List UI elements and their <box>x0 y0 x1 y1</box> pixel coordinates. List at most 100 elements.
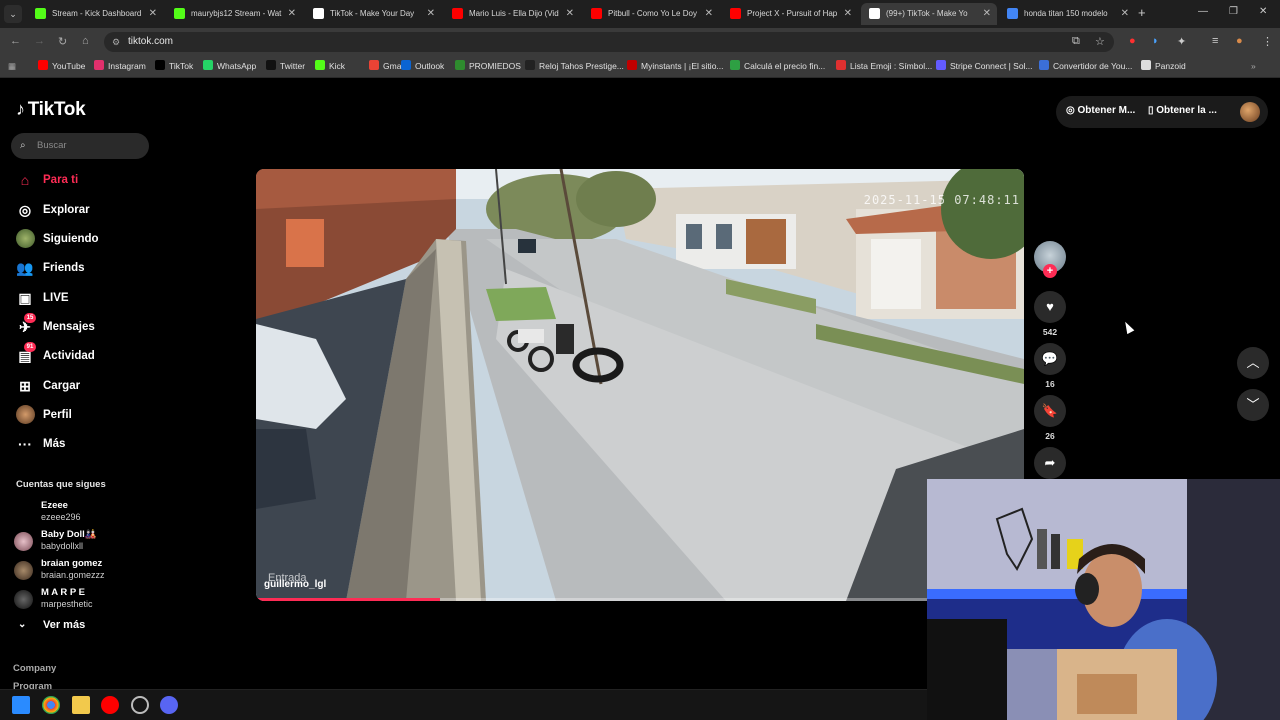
creator-avatar[interactable]: + <box>1034 241 1066 278</box>
home-icon[interactable]: ⌂ <box>82 35 89 47</box>
tiktok-logo[interactable]: ♪ TikTok <box>16 99 86 121</box>
nav-label: Para ti <box>43 174 79 186</box>
extension-record-icon[interactable]: ● <box>1129 35 1136 47</box>
footer-program-link[interactable]: Program <box>13 681 52 689</box>
nav-item-más[interactable]: ··· Más <box>16 434 156 454</box>
nav-item-actividad[interactable]: ▤ 91 Actividad <box>16 342 156 366</box>
extensions-icon[interactable]: ✦ <box>1177 35 1186 48</box>
next-video-button[interactable]: ﹀ <box>1237 389 1269 421</box>
restore-icon[interactable]: ❐ <box>1229 6 1238 17</box>
tab-close-icon[interactable]: ✕ <box>288 3 296 25</box>
nav-item-explorar[interactable]: ◎ Explorar <box>16 200 156 220</box>
video-player[interactable]: 2025-11-15 07:48:11 Entrada guillermo_lg… <box>256 169 1024 601</box>
browser-menu-icon[interactable]: ⋮ <box>1262 35 1273 48</box>
close-window-icon[interactable]: ✕ <box>1259 6 1267 17</box>
bookmark-item[interactable]: Stripe Connect | Sol... <box>936 60 1033 73</box>
nav-item-mensajes[interactable]: ✈ 15 Mensajes <box>16 313 156 337</box>
followed-account[interactable]: M A R P Emarpesthetic <box>14 587 154 613</box>
nav-item-cargar[interactable]: ⊞ Cargar <box>16 376 156 396</box>
nav-item-perfil[interactable]: Perfil <box>16 405 156 425</box>
bookmark-item[interactable]: Calculá el precio fin... <box>730 60 825 73</box>
comment-button[interactable]: 💬 <box>1034 343 1066 375</box>
discord-taskbar-icon[interactable] <box>160 696 178 714</box>
tab-close-icon[interactable]: ✕ <box>566 3 574 25</box>
followed-account[interactable]: braian gomez braian.gomezzz <box>14 558 154 584</box>
footer-company-link[interactable]: Company <box>13 663 56 674</box>
more-bookmarks-icon[interactable]: » <box>1251 60 1256 73</box>
windows-start-icon[interactable] <box>12 696 30 714</box>
minimize-icon[interactable]: — <box>1198 6 1208 17</box>
bookmark-star-icon[interactable]: ☆ <box>1095 35 1105 48</box>
reading-list-icon[interactable]: ≡ <box>1212 35 1218 47</box>
search-input[interactable]: ⌕ Buscar <box>11 133 149 159</box>
video-progress-bar[interactable] <box>256 598 1024 601</box>
tab-close-icon[interactable]: ✕ <box>705 3 713 25</box>
bookmark-item[interactable]: Kick <box>315 60 345 73</box>
bookmark-item[interactable]: Outlook <box>401 60 444 73</box>
bookmark-item[interactable]: WhatsApp <box>203 60 256 73</box>
bookmark-item[interactable]: PROMIEDOS <box>455 60 521 73</box>
get-app-button[interactable]: ▯ Obtener la ... <box>1148 105 1217 116</box>
see-more-button[interactable]: ⌄ Ver más <box>16 619 85 631</box>
video-author[interactable]: guillermo_lgl <box>264 579 326 590</box>
bookmark-item[interactable]: Panzoid <box>1141 60 1186 73</box>
obs-taskbar-icon[interactable] <box>131 696 149 714</box>
user-avatar[interactable] <box>1240 102 1260 122</box>
bookmark-item[interactable]: Lista Emoji : Símbol... <box>836 60 932 73</box>
bookmark-item[interactable]: Gmail <box>369 60 405 73</box>
bookmark-item[interactable]: TikTok <box>155 60 193 73</box>
previous-video-button[interactable]: ︿ <box>1237 347 1269 379</box>
save-button[interactable]: 🔖 <box>1034 395 1066 427</box>
bookmark-item[interactable]: Instagram <box>94 60 146 73</box>
store-icon <box>525 60 535 70</box>
browser-tab[interactable]: (99+) TikTok - Make Yo ✕ <box>861 3 997 25</box>
browser-tab[interactable]: honda titan 150 modelo ✕ <box>999 3 1135 25</box>
reload-icon[interactable]: ↻ <box>58 35 67 48</box>
more-icon: ··· <box>18 436 32 452</box>
nav-item-siguiendo[interactable]: Siguiendo <box>16 229 156 249</box>
tab-search-chevron-icon[interactable]: ⌄ <box>4 5 22 23</box>
file-explorer-icon[interactable] <box>72 696 90 714</box>
tab-close-icon[interactable]: ✕ <box>1121 3 1129 25</box>
new-tab-button[interactable]: + <box>1138 5 1146 20</box>
apps-grid-icon[interactable]: ▦ <box>8 60 16 73</box>
see-more-label: Ver más <box>43 619 86 631</box>
profile-icon[interactable]: ● <box>1236 35 1243 47</box>
like-button[interactable]: ♥ <box>1034 291 1066 323</box>
bookmark-item[interactable]: YouTube <box>38 60 85 73</box>
install-app-icon[interactable]: ⧉ <box>1072 35 1080 48</box>
nav-item-para-ti[interactable]: ⌂ Para ti <box>16 170 156 190</box>
followed-account[interactable]: Ezeee ezeee296 <box>14 500 154 526</box>
site-info-icon[interactable]: ⚙ <box>112 32 120 52</box>
back-icon[interactable]: ← <box>10 35 21 47</box>
browser-tab[interactable]: maurybjs12 Stream - Wat ✕ <box>166 3 302 25</box>
bookmark-item[interactable]: Convertidor de You... <box>1039 60 1132 73</box>
tab-close-icon[interactable]: ✕ <box>983 3 991 25</box>
follow-plus-icon[interactable]: + <box>1043 264 1057 278</box>
tab-close-icon[interactable]: ✕ <box>149 3 157 25</box>
tab-close-icon[interactable]: ✕ <box>427 3 435 25</box>
extension-audio-icon[interactable]: ◗ <box>1152 35 1159 47</box>
browser-tab[interactable]: Mario Luis - Ella Dijo (Vid ✕ <box>444 3 580 25</box>
nav-badge: 15 <box>24 313 36 323</box>
chrome-taskbar-icon[interactable] <box>42 696 60 714</box>
bookmark-item[interactable]: Myinstants | ¡El sitio... <box>627 60 724 73</box>
promiedos-icon <box>455 60 465 70</box>
nav-label: LIVE <box>43 292 69 304</box>
browser-tab[interactable]: Project X - Pursuit of Hap ✕ <box>722 3 858 25</box>
url-field[interactable]: ⚙ tiktok.com <box>104 32 1114 52</box>
share-button[interactable]: ➦ <box>1034 447 1066 479</box>
browser-tab[interactable]: Stream - Kick Dashboard ✕ <box>27 3 163 25</box>
bookmark-item[interactable]: Reloj Tahos Prestige... <box>525 60 624 73</box>
forward-icon[interactable]: → <box>34 35 45 47</box>
browser-tab[interactable]: Pitbull - Como Yo Le Doy ✕ <box>583 3 719 25</box>
nav-item-friends[interactable]: 👥 Friends <box>16 258 156 278</box>
youtube-taskbar-icon[interactable] <box>101 696 119 714</box>
nav-item-live[interactable]: ▣ LIVE <box>16 288 156 308</box>
browser-tab[interactable]: TikTok - Make Your Day ✕ <box>305 3 441 25</box>
tab-close-icon[interactable]: ✕ <box>844 3 852 25</box>
get-coins-button[interactable]: ◎ Obtener M... <box>1066 105 1135 116</box>
followed-account[interactable]: Baby Doll🎎 babydollxll <box>14 529 154 555</box>
bookmark-item[interactable]: Twitter <box>266 60 305 73</box>
bookmark-label: Kick <box>329 61 346 71</box>
